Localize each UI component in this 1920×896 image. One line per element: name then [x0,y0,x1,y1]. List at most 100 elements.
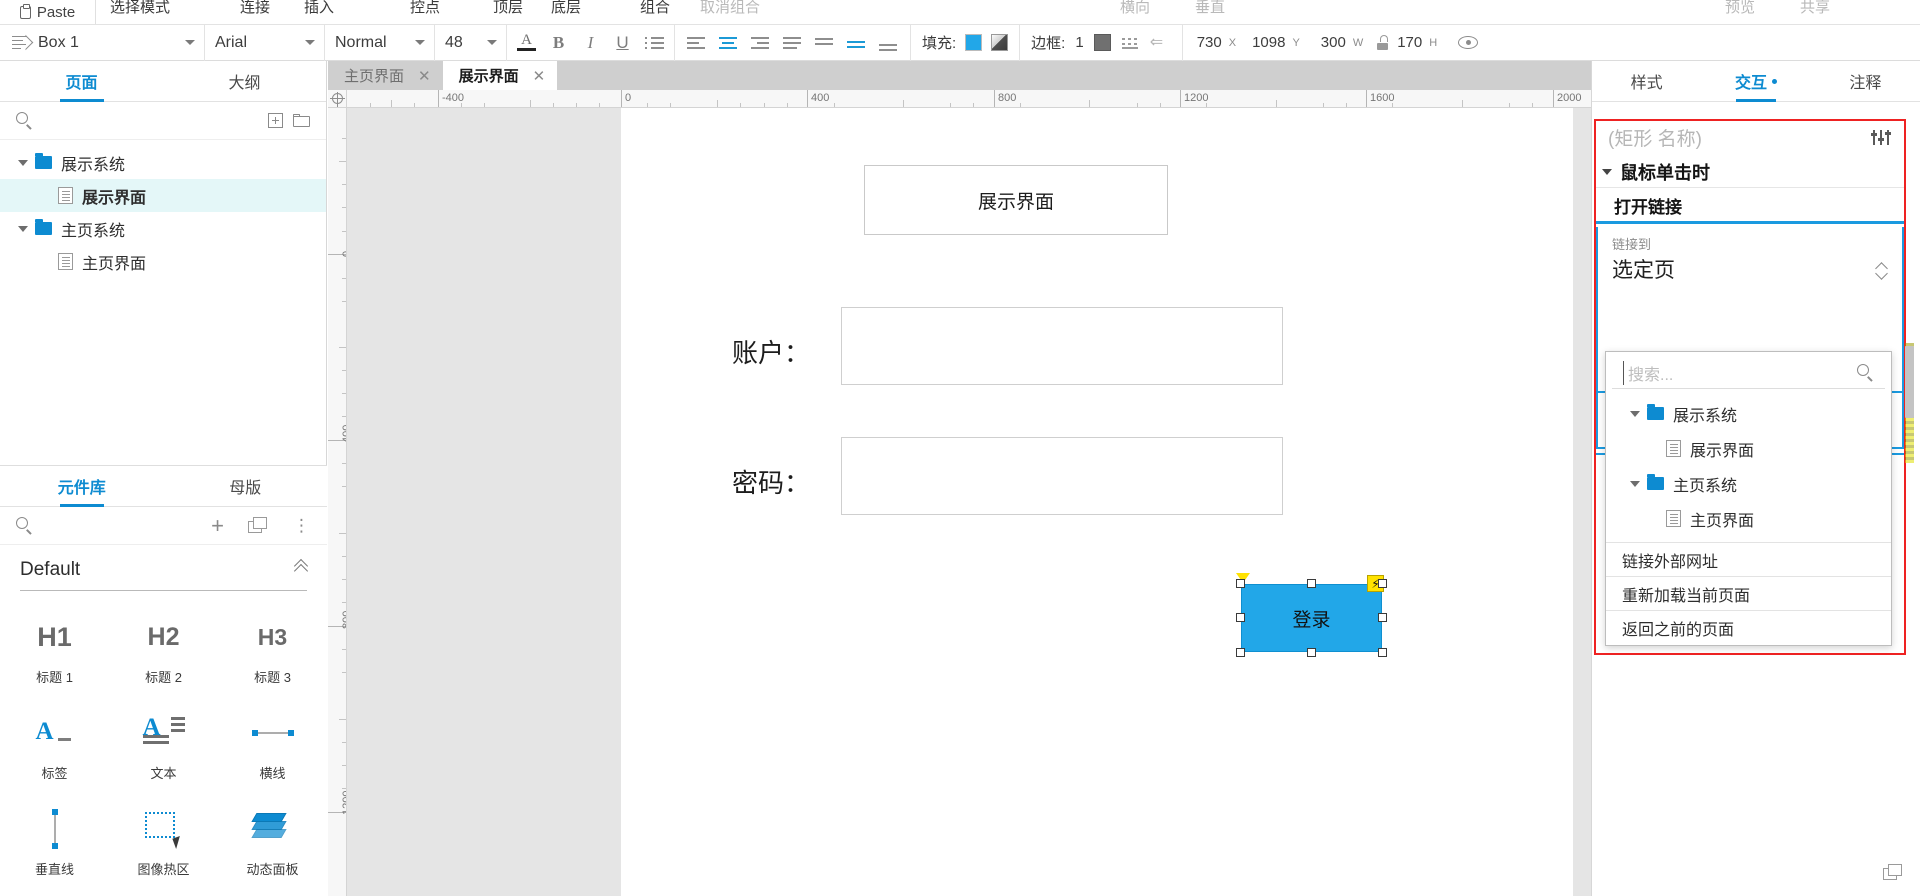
add-page-icon[interactable] [268,113,283,128]
align-bottom-icon[interactable] [879,36,898,51]
horizontal-ruler[interactable]: -400 0 400 800 1200 1600 2000 [347,90,1591,108]
bullet-list-icon[interactable] [645,36,664,50]
h-value[interactable]: 170 [1397,34,1422,51]
paste-button[interactable]: Paste [0,0,96,24]
menu-item-share[interactable]: 共享 [1800,0,1830,17]
page-picker-search[interactable]: 搜索... [1612,357,1885,389]
widget-item-h1[interactable]: H1 标题 1 [0,603,109,699]
widget-item-h3[interactable]: H3 标题 3 [218,603,327,699]
account-input[interactable] [841,307,1283,385]
dd-tree-page-1[interactable]: 展示界面 [1606,431,1891,466]
action-row-open-link[interactable]: 打开链接 [1596,190,1904,224]
align-right-icon[interactable] [751,36,770,50]
tree-item-page-2[interactable]: 主页界面 [0,245,326,278]
menu-item-insert[interactable]: 插入 [304,0,334,17]
widget-item-hotspot[interactable]: 图像热区 [109,795,218,891]
chevron-down-icon[interactable] [18,159,28,166]
close-icon[interactable]: ✕ [533,67,546,85]
menu-item-group[interactable]: 组合 [640,0,670,17]
duplicate-icon[interactable] [248,516,269,535]
widget-item-inline-frame[interactable]: 内部框架 [0,891,109,896]
chevron-down-icon[interactable] [18,225,28,232]
align-top-icon[interactable] [815,36,834,50]
w-value[interactable]: 300 [1321,34,1346,51]
tab-masters[interactable]: 母版 [164,466,328,506]
font-family-select[interactable]: Arial [205,24,325,61]
resize-handle[interactable] [1307,579,1316,588]
resize-handle[interactable] [1378,613,1387,622]
align-center-icon[interactable] [719,36,738,50]
tab-libraries[interactable]: 元件库 [0,466,164,506]
chevron-updown-icon[interactable] [296,563,307,577]
password-input[interactable] [841,437,1283,515]
x-value[interactable]: 730 [1197,34,1222,51]
page-picker-search-input[interactable]: 搜索... [1623,360,1849,385]
align-left-icon[interactable] [687,36,706,50]
dd-tree-page-2[interactable]: 主页界面 [1606,501,1891,536]
menu-item-handle[interactable]: 控点 [410,0,440,17]
gradient-swatch[interactable] [991,34,1009,51]
dd-option-external-url[interactable]: 链接外部网址 [1606,543,1891,577]
event-row-click[interactable]: 鼠标单击时 [1596,156,1904,188]
menu-item-connect[interactable]: 连接 [240,0,270,17]
border-width-value[interactable]: 1 [1075,34,1083,51]
chevron-down-icon[interactable] [487,40,497,45]
title-box-shape[interactable]: 展示界面 [864,165,1168,235]
visibility-eye-icon[interactable] [1458,35,1479,50]
link-to-select[interactable]: 选定页 [1612,254,1888,284]
bold-icon[interactable]: B [549,33,568,52]
ruler-origin-button[interactable] [328,90,347,108]
chevron-down-icon[interactable] [185,40,195,45]
widget-item-hline[interactable]: 横线 [218,699,327,795]
chevron-down-icon[interactable] [1630,480,1640,487]
search-icon[interactable] [1857,364,1874,382]
canvas-tab-display[interactable]: 展示界面 ✕ [442,61,558,90]
resize-handle[interactable] [1236,579,1245,588]
line-style-icon[interactable] [1121,35,1140,50]
widget-name-input[interactable]: (矩形 名称) [1596,121,1904,153]
tree-item-folder-2[interactable]: 主页系统 [0,212,326,245]
widget-item-label[interactable]: A 标签 [0,699,109,795]
chevron-down-icon[interactable] [305,40,315,45]
tab-pages[interactable]: 页面 [0,61,163,101]
resize-handle[interactable] [1236,648,1245,657]
align-middle-icon[interactable] [847,36,866,50]
dd-option-reload-page[interactable]: 重新加载当前页面 [1606,577,1891,611]
widget-item-vline[interactable]: 垂直线 [0,795,109,891]
vertical-ruler[interactable]: 0 400 800 1200 [328,108,347,896]
settings-sliders-icon[interactable] [1871,129,1892,145]
chevron-down-icon[interactable] [1602,168,1612,175]
tree-item-page-1[interactable]: 展示界面 [0,179,326,212]
lock-aspect-icon[interactable] [1376,35,1390,50]
border-color-swatch[interactable] [1093,34,1111,51]
add-folder-icon[interactable] [293,114,310,127]
close-icon[interactable]: ✕ [418,67,431,85]
tab-style[interactable]: 样式 [1592,61,1701,101]
arrow-style-icon[interactable]: ⇐ [1150,35,1171,51]
menu-item-send-to-back[interactable]: 底层 [551,0,581,17]
widget-item-dynamic-panel[interactable]: 动态面板 [218,795,327,891]
tree-item-folder-1[interactable]: 展示系统 [0,146,326,179]
menu-item-preview[interactable]: 预览 [1725,0,1755,17]
resize-handle[interactable] [1378,648,1387,657]
tab-interactions[interactable]: 交互 [1701,61,1810,101]
y-value[interactable]: 1098 [1252,34,1285,51]
library-select[interactable]: Default [20,549,307,591]
widget-item-repeater[interactable]: 中继器 [109,891,218,896]
tab-outline[interactable]: 大纲 [163,61,326,101]
dd-option-back[interactable]: 返回之前的页面 [1606,611,1891,645]
search-icon[interactable] [16,112,33,130]
add-library-icon[interactable]: + [211,514,224,536]
resize-handle[interactable] [1378,579,1387,588]
duplicate-panel-icon[interactable] [1883,864,1904,882]
font-style-select[interactable]: Normal [325,24,435,61]
dd-tree-folder-2[interactable]: 主页系统 [1606,466,1891,501]
page-surface[interactable]: 展示界面 账户： 密码： 登录 ⚡ [621,108,1573,896]
canvas-tab-home[interactable]: 主页界面 ✕ [328,61,443,90]
scrollbar-thumb[interactable] [1905,346,1914,418]
login-button[interactable]: 登录 [1241,584,1382,652]
menu-item-bring-to-front[interactable]: 顶层 [493,0,523,17]
font-size-select[interactable]: 48 [435,24,507,61]
resize-handle[interactable] [1236,613,1245,622]
menu-item-select-mode[interactable]: 选择模式 [110,0,170,17]
